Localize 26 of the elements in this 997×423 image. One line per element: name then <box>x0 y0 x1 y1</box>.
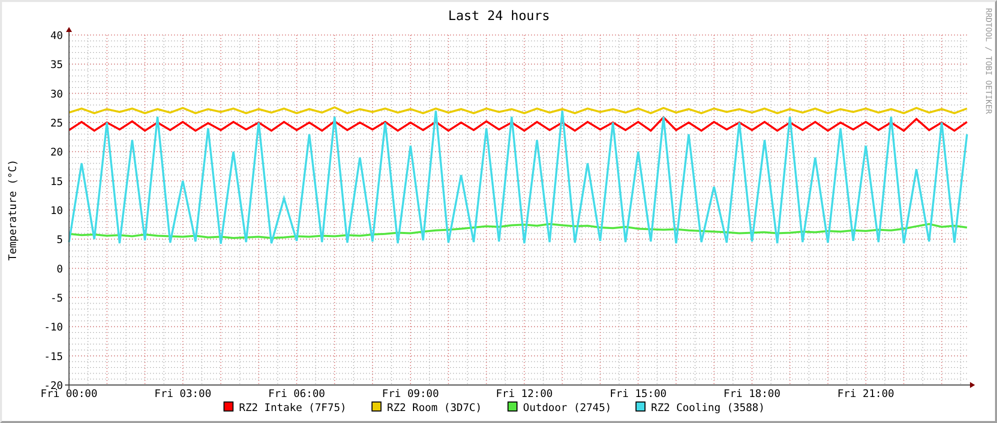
y-tick-label: 30 <box>50 88 63 100</box>
credit-text: RRDTOOL / TOBI OETIKER <box>984 8 993 114</box>
x-tick-label: Fri 12:00 <box>496 388 553 400</box>
legend-label: RZ2 Intake (7F75) <box>239 402 346 414</box>
y-tick-label: 20 <box>50 146 63 159</box>
x-tick-label: Fri 03:00 <box>154 388 212 400</box>
y-tick-label: -10 <box>44 322 63 334</box>
y-tick-label: 35 <box>50 59 63 72</box>
y-tick-label: 5 <box>56 234 63 246</box>
chart-title: Last 24 hours <box>448 9 550 24</box>
y-tick-label: -5 <box>50 292 63 304</box>
x-tick-label: Fri 15:00 <box>610 388 667 400</box>
y-tick-label: 25 <box>50 118 63 130</box>
legend-label: Outdoor (2745) <box>523 402 612 414</box>
y-tick-label: 40 <box>50 30 63 42</box>
y-tick-label: -15 <box>44 350 63 363</box>
legend-label: RZ2 Room (3D7C) <box>387 402 482 414</box>
y-tick-label: 10 <box>50 205 63 217</box>
y-tick-label: 0 <box>56 263 63 276</box>
y-axis-label: Temperature (°C) <box>7 159 19 261</box>
y-tick-label: 15 <box>50 176 63 188</box>
x-tick-label: Fri 21:00 <box>837 388 894 400</box>
legend-label: RZ2 Cooling (3588) <box>651 402 765 414</box>
x-tick-label: Fri 09:00 <box>382 388 439 400</box>
x-tick-label: Fri 18:00 <box>724 388 780 400</box>
x-tick-label: Fri 06:00 <box>268 388 326 400</box>
